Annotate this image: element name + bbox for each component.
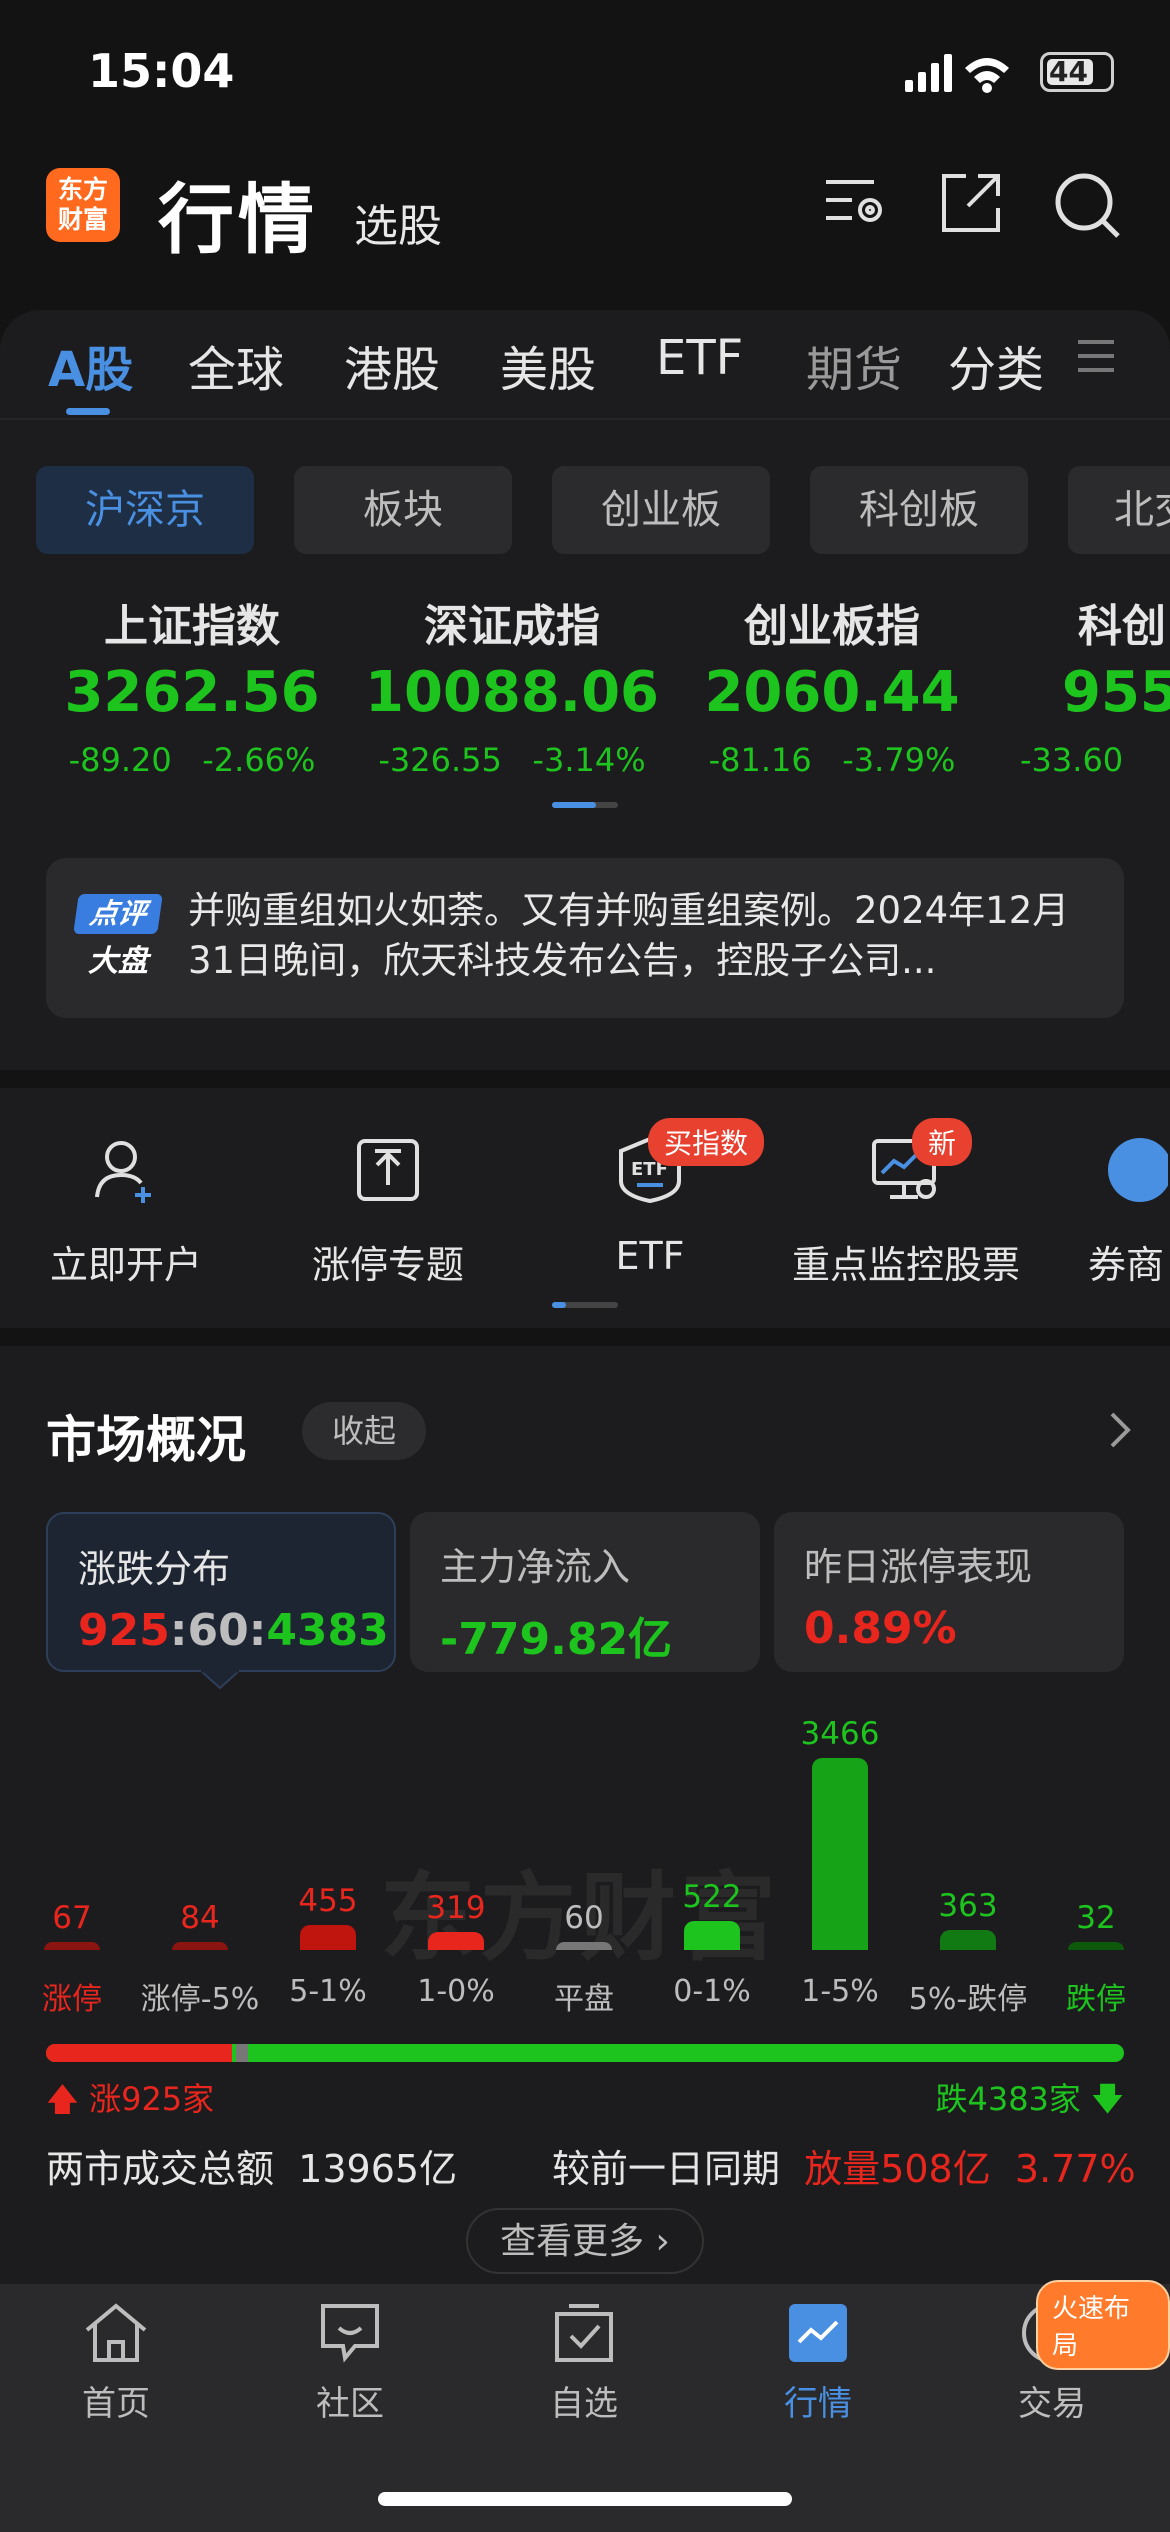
card-yesterday-limitup[interactable]: 昨日涨停表现 0.89% bbox=[774, 1512, 1124, 1672]
status-time: 15:04 bbox=[88, 44, 235, 98]
nav-market[interactable]: 行情 bbox=[738, 2300, 898, 2425]
tab-futures[interactable]: 期货 bbox=[806, 330, 902, 400]
chevron-right-icon[interactable] bbox=[1108, 1410, 1134, 1450]
card-distribution[interactable]: 涨跌分布 925:60:4383 bbox=[46, 1512, 396, 1672]
home-icon bbox=[85, 2303, 147, 2362]
quick-monitor[interactable]: 重点监控股票 bbox=[776, 1130, 1036, 1289]
watermark: 东方财富 bbox=[380, 1862, 780, 1974]
nav-community[interactable]: 社区 bbox=[270, 2300, 430, 2425]
overview-title: 市场概况 bbox=[46, 1411, 246, 1469]
tab-indicator bbox=[66, 408, 110, 415]
up-count: 🡅 涨925家 bbox=[46, 2080, 215, 2118]
index-pager bbox=[552, 802, 618, 808]
subtab-hushenjing[interactable]: 沪深京 bbox=[36, 466, 254, 554]
subtab-bse[interactable]: 北交 bbox=[1068, 466, 1170, 554]
broker-icon bbox=[1108, 1138, 1168, 1202]
checkbox-icon bbox=[555, 2304, 613, 2362]
chart-icon bbox=[789, 2304, 847, 2362]
share-icon[interactable] bbox=[938, 170, 1004, 236]
new-tag: 新 bbox=[912, 1118, 973, 1166]
tab-us[interactable]: 美股 bbox=[500, 330, 596, 400]
tab-global[interactable]: 全球 bbox=[188, 330, 284, 400]
turnover-compare: 较前一日同期 放量508亿 3.77% bbox=[552, 2147, 1136, 2191]
signal-icon bbox=[905, 54, 1009, 93]
turnover: 两市成交总额 13965亿 bbox=[46, 2147, 458, 2191]
down-count: 跌4383家 🡇 bbox=[935, 2080, 1124, 2118]
search-icon[interactable] bbox=[1052, 170, 1122, 240]
tab-category[interactable]: 分类 bbox=[948, 330, 1044, 400]
quick-pager bbox=[552, 1302, 618, 1308]
subtab-sector[interactable]: 板块 bbox=[294, 466, 512, 554]
battery-level: 44 bbox=[1049, 55, 1088, 88]
user-add-icon bbox=[95, 1141, 151, 1203]
tab-etf[interactable]: ETF bbox=[656, 330, 743, 386]
stock-picker-link[interactable]: 选股 bbox=[354, 190, 442, 254]
tab-a-share[interactable]: A股 bbox=[48, 330, 133, 400]
home-indicator bbox=[378, 2492, 792, 2506]
tab-hk[interactable]: 港股 bbox=[344, 330, 440, 400]
quick-open-account[interactable]: 立即开户 bbox=[0, 1130, 256, 1289]
comment-badge-icon: 点评 大盘 bbox=[73, 894, 163, 979]
page-title: 行情 bbox=[158, 175, 318, 264]
market-comment-card[interactable]: 点评 大盘 并购重组如火如荼。又有并购重组案例。2024年12月31日晚间，欣天… bbox=[46, 858, 1124, 1018]
app-logo: 东方 财富 bbox=[46, 168, 120, 242]
upload-box-icon bbox=[357, 1139, 419, 1201]
index-card-sz[interactable]: 深证成指 10088.06 -326.55 -3.14% bbox=[352, 590, 672, 779]
up-down-ratio-bar bbox=[46, 2044, 1124, 2062]
buy-index-tag: 买指数 bbox=[648, 1118, 765, 1166]
index-card-cyb[interactable]: 创业板指 2060.44 -81.16 -3.79% bbox=[672, 590, 992, 779]
hot-layout-badge: 火速布局 bbox=[1036, 2280, 1170, 2370]
arrow-down-icon: 🡇 bbox=[1091, 2080, 1124, 2118]
battery-icon: 44 bbox=[1040, 52, 1114, 92]
chat-icon bbox=[321, 2304, 379, 2363]
comment-text: 并购重组如火如荼。又有并购重组案例。2024年12月31日晚间，欣天科技发布公告… bbox=[188, 889, 1070, 982]
index-card-sh[interactable]: 上证指数 3262.56 -89.20 -2.66% bbox=[32, 590, 352, 779]
nav-watchlist[interactable]: 自选 bbox=[504, 2300, 664, 2425]
index-card-star[interactable]: 科创 955 -33.60 bbox=[1006, 590, 1170, 779]
card-main-inflow[interactable]: 主力净流入 -779.82亿 bbox=[410, 1512, 760, 1672]
quick-limit-up[interactable]: 涨停专题 bbox=[258, 1130, 518, 1289]
settings-list-icon[interactable] bbox=[822, 170, 888, 236]
view-more-button[interactable]: 查看更多 › bbox=[466, 2208, 704, 2274]
subtab-star[interactable]: 科创板 bbox=[810, 466, 1028, 554]
menu-icon[interactable] bbox=[1076, 336, 1116, 376]
arrow-up-icon: 🡅 bbox=[46, 2080, 79, 2118]
subtab-chinext[interactable]: 创业板 bbox=[552, 466, 770, 554]
quick-broker[interactable]: 券商 bbox=[1088, 1130, 1170, 1300]
nav-home[interactable]: 首页 bbox=[36, 2300, 196, 2425]
collapse-button[interactable]: 收起 bbox=[302, 1402, 426, 1460]
